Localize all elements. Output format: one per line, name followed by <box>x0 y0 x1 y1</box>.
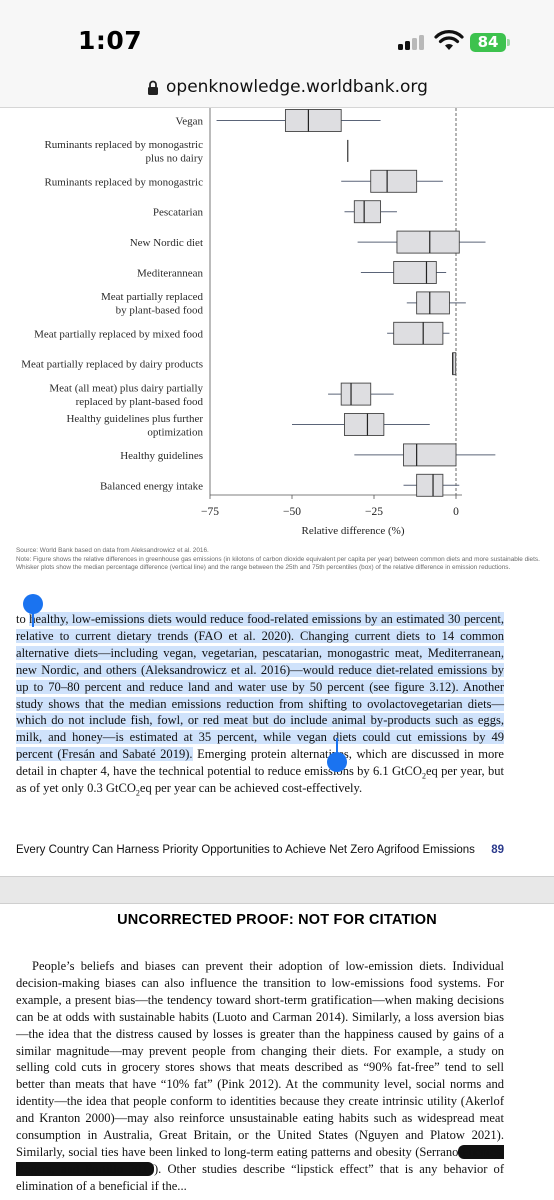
x-tick-label: −75 <box>201 506 219 518</box>
page-number: 89 <box>491 844 504 856</box>
iqr-box <box>340 382 372 406</box>
iqr-box <box>416 291 450 315</box>
body-paragraph-2[interactable]: People’s beliefs and biases can prevent … <box>16 958 504 1195</box>
selection-start-handle[interactable] <box>23 594 43 614</box>
iqr-box <box>416 473 444 497</box>
footer-title: Every Country Can Harness Priority Oppor… <box>16 844 475 856</box>
category-label: Healthy guidelines <box>120 450 203 462</box>
url-text[interactable]: openknowledge.worldbank.org <box>166 77 428 97</box>
wifi-icon <box>434 30 464 50</box>
x-axis-label: Relative difference (%) <box>301 525 404 537</box>
category-label: Pescatarian <box>153 207 204 219</box>
category-label: Ruminants replaced by monogastric <box>44 139 203 151</box>
category-label: by plant-based food <box>116 305 204 317</box>
category-label: Vegan <box>176 116 204 128</box>
body-paragraph[interactable]: to healthy, low-emissions diets would re… <box>16 611 504 797</box>
battery-nub <box>507 39 510 46</box>
para-rest-c: eq per year can be achieved cost-effecti… <box>139 781 363 796</box>
chart-svg: −75 −50 −25 0 Relative difference (%) Vegan Ru… <box>21 108 496 537</box>
x-tick-label: −25 <box>365 506 383 518</box>
address-bar[interactable]: openknowledge.worldbank.org <box>0 70 554 108</box>
category-label: Ruminants replaced by monogastric <box>44 176 203 188</box>
category-label: Balanced energy intake <box>100 480 203 492</box>
category-label: Meat (all meat) plus dairy partially <box>49 382 203 394</box>
para-lead: to <box>16 612 30 626</box>
category-label: Mediterannean <box>137 268 203 280</box>
selected-text[interactable]: healthy, low-emissions diets would reduc… <box>16 612 504 762</box>
proof-banner: UNCORRECTED PROOF: NOT FOR CITATION <box>117 912 437 928</box>
page-footer: Every Country Can Harness Priority Oppor… <box>16 844 504 856</box>
iqr-box <box>370 169 418 193</box>
iqr-box <box>403 443 457 467</box>
selection-end-handle[interactable] <box>327 752 347 772</box>
category-label: plus no dairy <box>146 153 204 165</box>
iqr-box <box>284 109 342 132</box>
iqr-box <box>344 413 385 436</box>
iqr-box <box>393 261 437 284</box>
cellular-signal-icon <box>398 34 430 50</box>
category-label: optimization <box>147 426 203 438</box>
category-label: Meat partially replaced by dairy product… <box>21 359 203 371</box>
category-label: replaced by plant-based food <box>76 396 204 408</box>
figure-source-note: Source: World Bank based on data from Al… <box>16 547 546 573</box>
emissions-boxplot-chart: −75 −50 −25 0 Relative difference (%) Vegan Ru… <box>0 108 554 540</box>
iqr-box <box>396 230 460 254</box>
status-time: 1:07 <box>78 26 143 55</box>
status-bar: 1:07 84 <box>0 0 554 70</box>
category-label: New Nordic diet <box>130 237 203 249</box>
category-label: Meat partially replaced <box>101 291 204 303</box>
x-tick-label: 0 <box>453 506 459 518</box>
iqr-box <box>393 321 444 345</box>
para2-text-a: People’s beliefs and biases can prevent … <box>16 959 504 1159</box>
figure-note: Note: Figure shows the relative differen… <box>16 555 540 572</box>
x-tick-label: −50 <box>283 506 301 518</box>
iqr-box <box>353 200 382 224</box>
page-separator <box>0 876 554 904</box>
figure-source: Source: World Bank based on data from Al… <box>16 547 209 554</box>
battery-icon: 84 <box>470 33 506 52</box>
category-label: Healthy guidelines plus further <box>66 413 203 425</box>
category-label: Meat partially replaced by mixed food <box>34 328 203 340</box>
lock-icon <box>148 80 158 95</box>
